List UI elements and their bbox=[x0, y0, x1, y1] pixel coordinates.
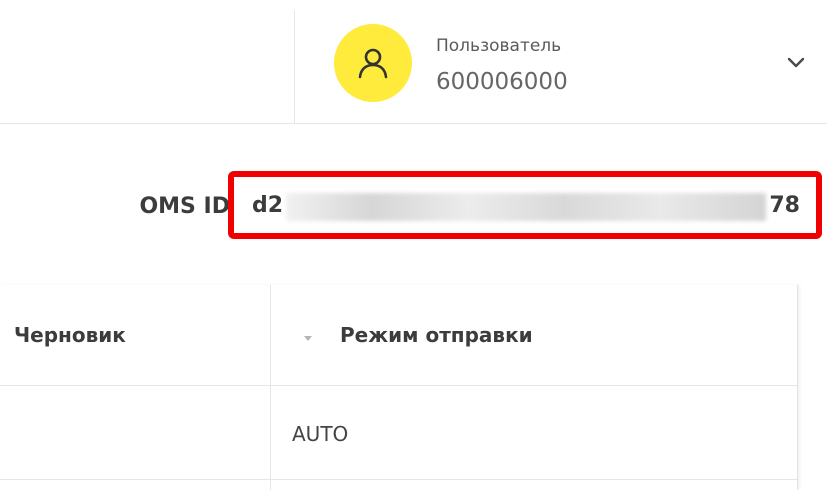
oms-id-start: d2 bbox=[252, 193, 284, 218]
oms-id-value[interactable]: d2 78 bbox=[252, 192, 800, 222]
user-icon bbox=[358, 48, 388, 79]
redacted-oms-id bbox=[286, 193, 766, 221]
row-divider bbox=[0, 479, 797, 480]
column-header-draft[interactable]: Черновик bbox=[14, 323, 126, 347]
user-menu[interactable]: Пользователь 600006000 bbox=[334, 24, 774, 104]
oms-id-end: 78 bbox=[769, 193, 800, 218]
column-divider bbox=[270, 285, 271, 490]
column-header-draft-label: Черновик bbox=[14, 323, 126, 347]
user-id: 600006000 bbox=[436, 69, 568, 95]
table-cell-send-mode-value: AUTO bbox=[292, 422, 349, 446]
header-row-divider bbox=[0, 385, 797, 386]
oms-id-highlight: d2 78 bbox=[228, 171, 822, 239]
table-cell-send-mode: AUTO bbox=[292, 422, 348, 446]
header-divider bbox=[294, 10, 295, 123]
oms-id-label: OMS ID bbox=[139, 194, 230, 219]
column-header-send-mode-label: Режим отправки bbox=[340, 323, 533, 347]
orders-table: Черновик Режим отправки AUTO bbox=[0, 285, 798, 490]
avatar bbox=[334, 24, 412, 102]
user-role-label: Пользователь bbox=[436, 36, 562, 56]
chevron-down-icon bbox=[787, 57, 805, 68]
user-menu-toggle[interactable] bbox=[780, 48, 812, 78]
app-header: Пользователь 600006000 bbox=[0, 0, 827, 124]
column-header-send-mode[interactable]: Режим отправки bbox=[340, 323, 533, 347]
sort-down-icon[interactable] bbox=[304, 336, 312, 341]
